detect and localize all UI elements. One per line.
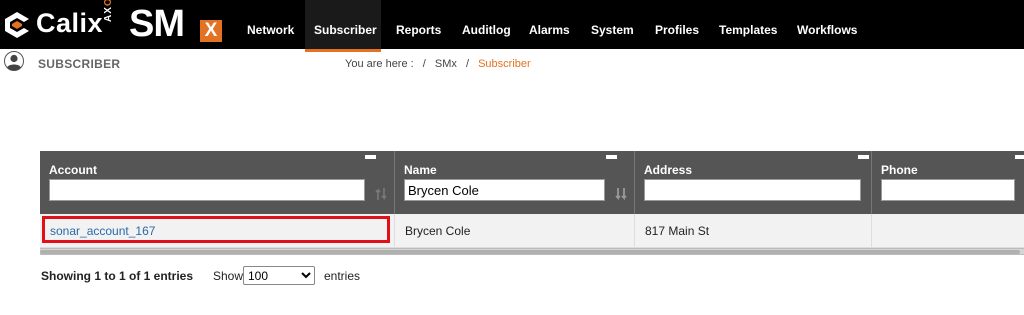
minimize-icon[interactable] xyxy=(606,155,617,159)
brand-product: SM xyxy=(129,3,185,45)
breadcrumb-separator: / xyxy=(422,58,426,70)
sort-icon[interactable] xyxy=(375,187,387,201)
breadcrumb-separator: / xyxy=(465,58,470,70)
breadcrumb-smx[interactable]: SMx xyxy=(435,58,457,70)
scrollbar-thumb[interactable] xyxy=(40,250,1020,254)
entries-label: entries xyxy=(324,269,361,283)
column-label-phone: Phone xyxy=(881,163,918,177)
column-account: Account xyxy=(40,151,395,214)
nav-templates[interactable]: Templates xyxy=(719,0,777,49)
breadcrumb-prefix: You are here : xyxy=(345,58,414,70)
nav-reports[interactable]: Reports xyxy=(396,0,441,49)
sort-desc-icon[interactable] xyxy=(615,187,627,201)
breadcrumb-current: Subscriber xyxy=(478,58,531,70)
phone-filter-input[interactable] xyxy=(881,179,1015,201)
nav-alarms[interactable]: Alarms xyxy=(529,0,570,49)
cell-address: 817 Main St xyxy=(635,214,872,248)
column-label-name: Name xyxy=(404,163,437,177)
brand-axos: AXOS xyxy=(103,0,114,22)
column-phone: Phone xyxy=(872,151,1024,214)
page-size-select[interactable]: 10 25 50 100 xyxy=(243,266,315,285)
column-name: Name xyxy=(395,151,635,214)
calix-smx-logo[interactable]: Calix AXOS SM X xyxy=(0,0,232,49)
account-filter-input[interactable] xyxy=(49,179,365,201)
minimize-icon[interactable] xyxy=(858,155,869,159)
address-filter-input[interactable] xyxy=(644,179,861,201)
nav-subscriber[interactable]: Subscriber xyxy=(305,0,381,52)
table-row[interactable]: sonar_account_167 Brycen Cole 817 Main S… xyxy=(40,214,1024,248)
page-length: Show 10 25 50 100 entries xyxy=(213,266,360,285)
nav-profiles[interactable]: Profiles xyxy=(655,0,699,49)
name-filter-input[interactable] xyxy=(404,179,605,201)
column-address: Address xyxy=(635,151,872,214)
user-icon xyxy=(4,51,24,71)
page-title: SUBSCRIBER xyxy=(38,57,121,71)
brand-company: Calix xyxy=(36,8,104,38)
nav-network[interactable]: Network xyxy=(247,0,294,49)
brand-product-x: X xyxy=(200,20,222,42)
table-header: Account Name Address Phone xyxy=(40,151,1024,214)
nav-system[interactable]: System xyxy=(591,0,634,49)
column-label-address: Address xyxy=(644,163,693,177)
show-label: Show xyxy=(213,269,244,283)
nav-workflows[interactable]: Workflows xyxy=(797,0,857,49)
top-navigation-bar: Calix AXOS SM X Network Subscriber Repor… xyxy=(0,0,1024,52)
nav-auditlog[interactable]: Auditlog xyxy=(462,0,511,49)
page-header: SUBSCRIBER You are here : / SMx / Subscr… xyxy=(0,49,1024,79)
highlight-box xyxy=(42,216,390,243)
cell-phone xyxy=(872,214,1024,248)
minimize-icon[interactable] xyxy=(365,155,376,159)
column-label-account: Account xyxy=(49,163,97,177)
cell-name: Brycen Cole xyxy=(395,214,635,248)
breadcrumb: You are here : / SMx / Subscriber xyxy=(345,58,531,70)
horizontal-scrollbar[interactable] xyxy=(40,248,1024,255)
entries-info: Showing 1 to 1 of 1 entries xyxy=(41,269,194,283)
minimize-icon[interactable] xyxy=(1015,155,1024,159)
calix-logo-icon xyxy=(5,12,29,38)
